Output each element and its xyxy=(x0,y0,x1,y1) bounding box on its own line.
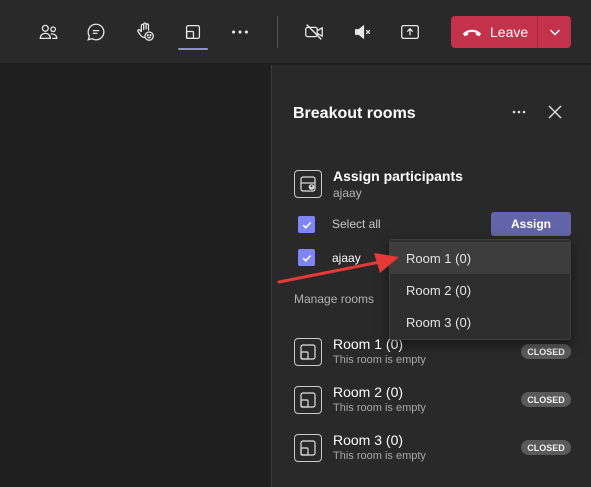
room-icon xyxy=(294,338,322,366)
leave-options-button[interactable] xyxy=(538,16,571,48)
leave-main-button[interactable]: Leave xyxy=(451,16,537,48)
close-icon[interactable] xyxy=(544,101,566,123)
checkmark-icon xyxy=(302,221,311,229)
room-name[interactable]: Room 3 (0) xyxy=(333,432,403,448)
status-badge: CLOSED xyxy=(521,344,571,359)
room-dropdown-menu: Room 1 (0) Room 2 (0) Room 3 (0) xyxy=(389,239,571,340)
assign-participants-subtitle: ajaay xyxy=(333,186,362,200)
hang-up-icon xyxy=(462,29,482,37)
more-icon[interactable] xyxy=(222,14,258,50)
select-all-label: Select all xyxy=(332,217,381,231)
meeting-toolbar: Leave xyxy=(0,0,591,64)
room-name[interactable]: Room 2 (0) xyxy=(333,384,403,400)
status-badge: CLOSED xyxy=(521,392,571,407)
assign-participants-title: Assign participants xyxy=(333,168,463,184)
breakout-rooms-icon[interactable] xyxy=(175,14,211,50)
dropdown-option-room-2[interactable]: Room 2 (0) xyxy=(390,274,570,306)
panel-title: Breakout rooms xyxy=(293,105,416,122)
checkmark-icon xyxy=(302,254,311,262)
manage-rooms-label: Manage rooms xyxy=(294,292,375,306)
room-status: This room is empty xyxy=(333,354,426,366)
room-status: This room is empty xyxy=(333,402,426,414)
meeting-stage xyxy=(0,65,271,487)
assign-participants-icon xyxy=(294,170,322,198)
select-all-checkbox[interactable] xyxy=(298,216,315,233)
raise-hand-icon[interactable] xyxy=(127,14,163,50)
leave-button[interactable]: Leave xyxy=(451,16,571,48)
room-icon xyxy=(294,434,322,462)
chat-icon[interactable] xyxy=(78,14,114,50)
share-icon[interactable] xyxy=(392,14,428,50)
mic-mute-icon[interactable] xyxy=(345,14,381,50)
people-icon[interactable] xyxy=(31,14,67,50)
toolbar-divider xyxy=(277,16,278,48)
room-icon xyxy=(294,386,322,414)
participant-checkbox[interactable] xyxy=(298,249,315,266)
camera-off-icon[interactable] xyxy=(296,14,332,50)
participant-label: ajaay xyxy=(332,251,361,265)
dropdown-option-room-3[interactable]: Room 3 (0) xyxy=(390,306,570,338)
dropdown-option-room-1[interactable]: Room 1 (0) xyxy=(390,242,570,274)
active-tab-indicator xyxy=(178,48,208,50)
chevron-down-icon xyxy=(549,29,560,36)
status-badge: CLOSED xyxy=(521,440,571,455)
room-status: This room is empty xyxy=(333,450,426,462)
leave-label: Leave xyxy=(490,24,529,40)
assign-button[interactable]: Assign xyxy=(491,212,571,236)
more-icon[interactable] xyxy=(508,101,530,123)
